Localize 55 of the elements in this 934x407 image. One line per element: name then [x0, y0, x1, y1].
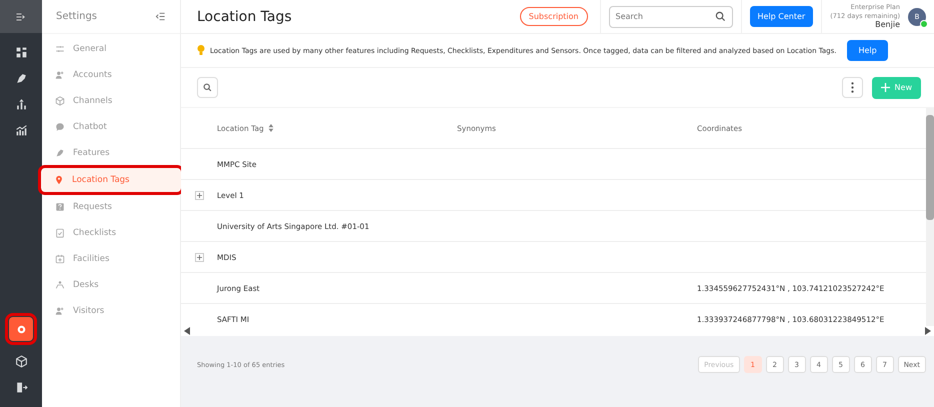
sidebar-item[interactable]: Channels [42, 89, 180, 113]
lightbulb-icon [197, 45, 205, 56]
clipboard-check-icon [55, 228, 65, 238]
sidebar-item[interactable]: Accounts [42, 63, 180, 87]
sidebar-item[interactable]: Requests [42, 195, 180, 219]
scroll-right-icon[interactable] [925, 327, 931, 335]
sidebar-item[interactable]: Features [42, 141, 180, 165]
dashboard-icon [14, 46, 28, 58]
logout-icon [14, 380, 28, 394]
settings-icon [14, 322, 28, 336]
collapse-icon[interactable] [155, 11, 166, 22]
sidebar-item[interactable]: Checklists [42, 221, 180, 245]
sidebar-item[interactable]: Desks [42, 273, 180, 297]
vertical-scrollbar[interactable] [926, 108, 934, 326]
sidebar-item[interactable]: Visitors [42, 299, 180, 323]
new-button[interactable]: New [872, 76, 921, 98]
more-options-icon [850, 82, 854, 93]
online-status-icon [920, 20, 928, 28]
sliders-icon [55, 44, 65, 54]
sidebar-item[interactable]: Facilities [42, 247, 180, 271]
people-icon [55, 306, 65, 316]
help-button[interactable]: Help [847, 40, 888, 61]
plus-icon [196, 254, 202, 260]
chat-bubble-icon [55, 122, 65, 132]
scroll-left-icon[interactable] [184, 327, 190, 335]
menu-arrow-icon [15, 10, 27, 22]
map-pin-icon [54, 175, 64, 185]
search-button[interactable] [197, 77, 218, 98]
settings-title: Settings [56, 11, 98, 22]
plus-icon [880, 83, 890, 92]
sidebar-item[interactable]: Chatbot [42, 115, 180, 139]
calendar-icon [55, 254, 65, 264]
people-icon [55, 70, 65, 80]
more-options-button[interactable] [842, 77, 863, 98]
bar-chart-up-icon [14, 98, 28, 110]
plus-icon [196, 192, 202, 198]
search-icon [714, 11, 726, 22]
expand-row-button[interactable] [194, 190, 204, 200]
sidebar-item[interactable]: Location Tags [41, 168, 181, 192]
search-icon [203, 83, 212, 92]
question-icon [55, 202, 65, 212]
expand-row-button[interactable] [194, 252, 204, 262]
person-desk-icon [55, 280, 65, 290]
sort-icon [268, 124, 274, 132]
cube-icon [14, 354, 28, 368]
horizontal-scrollbar[interactable] [181, 326, 934, 336]
page-title: Location Tags [197, 8, 293, 24]
cube-icon [55, 96, 65, 106]
sidebar-item[interactable]: General [42, 37, 180, 61]
user-name: Benjie [875, 20, 900, 30]
search-field[interactable]: Search [608, 6, 732, 28]
subscription-button[interactable]: Subscription [520, 7, 588, 26]
help-center-button[interactable]: Help Center [750, 6, 814, 27]
line-bar-chart-icon [14, 124, 28, 136]
nav-button[interactable] [9, 317, 33, 341]
